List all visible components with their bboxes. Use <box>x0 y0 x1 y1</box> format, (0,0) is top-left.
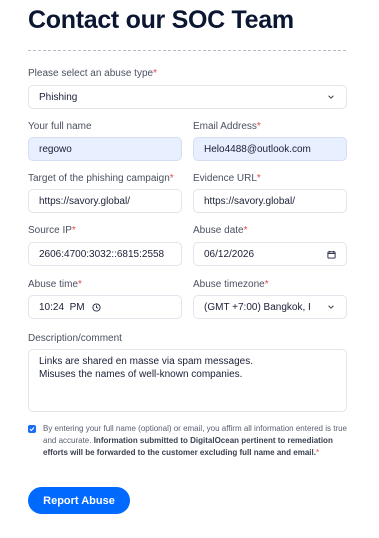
required-marker: * <box>264 279 269 290</box>
consent-checkbox[interactable] <box>28 425 36 433</box>
abuse-type-label: Please select an abuse type* <box>28 68 157 79</box>
evidence-url-label-text: Evidence URL <box>193 173 257 184</box>
evidence-url-field[interactable]: https://savory.global/ <box>193 189 347 213</box>
email-value: Helo4488@outlook.com <box>204 143 311 155</box>
abuse-time-label: Abuse time* <box>28 279 82 290</box>
consent-text: By entering your full name (optional) or… <box>43 423 350 459</box>
required-marker: * <box>256 121 261 132</box>
target-label-text: Target of the phishing campaign <box>28 173 170 184</box>
target-field[interactable]: https://savory.global/ <box>28 189 182 213</box>
full-name-value: regowo <box>39 143 72 155</box>
required-marker: * <box>315 448 320 457</box>
required-marker: * <box>71 225 76 236</box>
abuse-time-label-text: Abuse time <box>28 279 79 290</box>
consent-row: By entering your full name (optional) or… <box>28 423 350 459</box>
evidence-url-label: Evidence URL* <box>193 173 261 184</box>
email-label-text: Email Address <box>193 121 257 132</box>
description-textarea[interactable]: Links are shared en masse via spam messa… <box>28 349 347 412</box>
target-value: https://savory.global/ <box>39 195 130 207</box>
abuse-date-field[interactable]: 06/12/2026 <box>193 242 347 266</box>
abuse-timezone-value: (GMT +7:00) Bangkok, I <box>204 301 311 313</box>
abuse-date-label-text: Abuse date <box>193 225 244 236</box>
description-line: Misuses the names of well-known companie… <box>39 369 243 380</box>
source-ip-value: 2606:4700:3032::6815:2558 <box>39 248 165 260</box>
description-line: Links are shared en masse via spam messa… <box>39 356 253 367</box>
abuse-date-value: 06/12/2026 <box>204 248 255 260</box>
full-name-field[interactable]: regowo <box>28 137 182 161</box>
check-icon <box>29 427 35 432</box>
required-marker: * <box>169 173 174 184</box>
abuse-timezone-select[interactable]: (GMT +7:00) Bangkok, I <box>193 295 347 319</box>
abuse-type-select[interactable]: Phishing <box>28 85 347 109</box>
chevron-down-icon <box>326 92 336 102</box>
email-field[interactable]: Helo4488@outlook.com <box>193 137 347 161</box>
report-abuse-button[interactable]: Report Abuse <box>28 487 130 514</box>
evidence-url-value: https://savory.global/ <box>204 195 295 207</box>
source-ip-label: Source IP* <box>28 225 76 236</box>
target-label: Target of the phishing campaign* <box>28 173 174 184</box>
required-marker: * <box>243 225 248 236</box>
required-marker: * <box>153 68 157 79</box>
calendar-icon[interactable] <box>326 249 336 259</box>
required-marker: * <box>256 173 261 184</box>
required-marker: * <box>78 279 82 290</box>
chevron-down-icon <box>326 302 336 312</box>
abuse-time-field[interactable]: 10:24 PM <box>28 295 182 319</box>
abuse-time-value: 10:24 PM <box>39 301 85 313</box>
source-ip-field[interactable]: 2606:4700:3032::6815:2558 <box>28 242 182 266</box>
page-title: Contact our SOC Team <box>28 6 294 34</box>
description-label: Description/comment <box>28 333 122 344</box>
abuse-type-label-text: Please select an abuse type <box>28 68 154 79</box>
email-label: Email Address* <box>193 121 261 132</box>
clock-icon[interactable] <box>92 302 102 312</box>
abuse-timezone-label: Abuse timezone* <box>193 279 269 290</box>
full-name-label: Your full name <box>28 121 92 132</box>
abuse-timezone-label-text: Abuse timezone <box>193 279 265 290</box>
abuse-date-label: Abuse date* <box>193 225 248 236</box>
title-divider <box>28 50 346 51</box>
source-ip-label-text: Source IP <box>28 225 72 236</box>
abuse-type-value: Phishing <box>39 91 78 103</box>
